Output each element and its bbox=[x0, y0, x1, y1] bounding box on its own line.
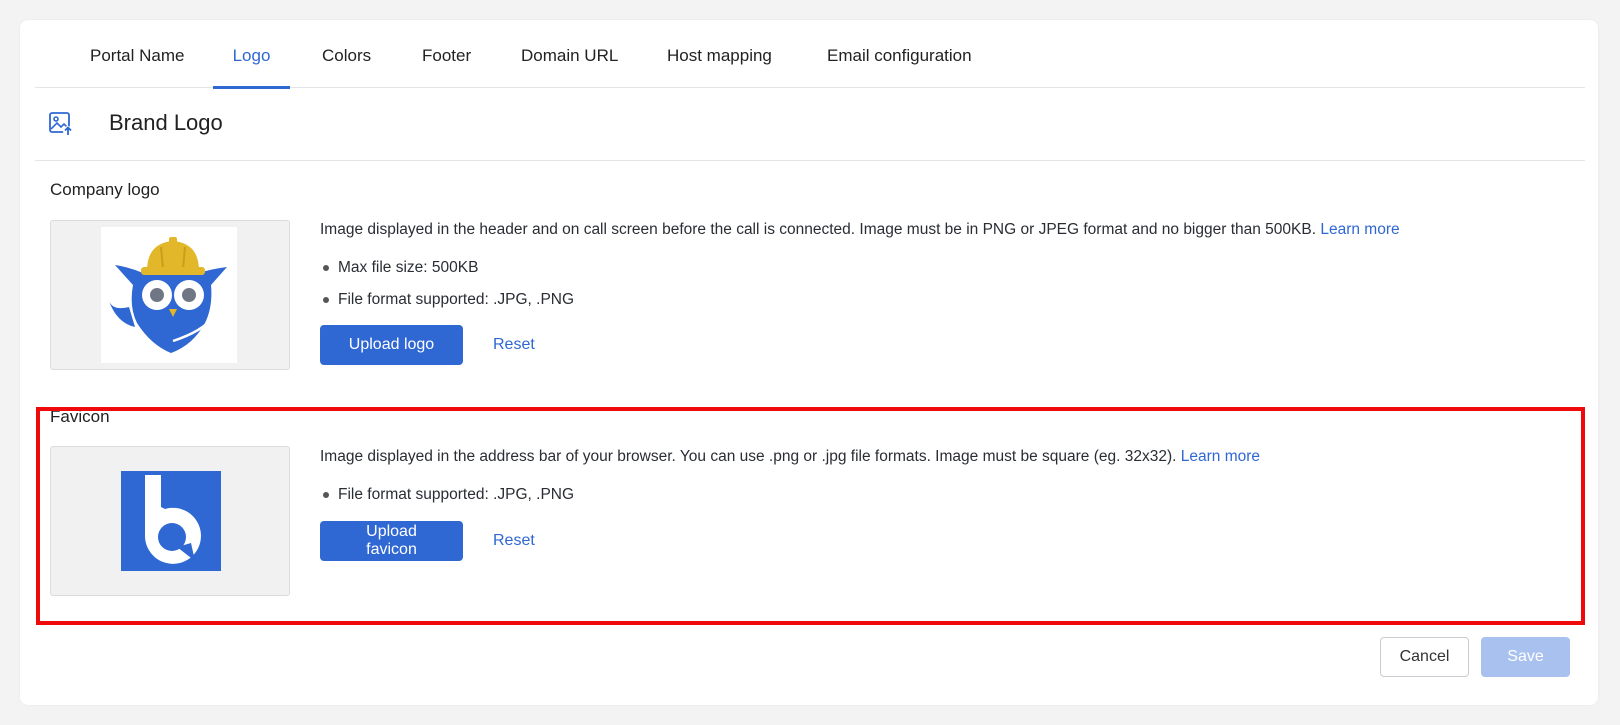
cancel-button[interactable]: Cancel bbox=[1380, 637, 1469, 677]
upload-logo-button[interactable]: Upload logo bbox=[320, 325, 463, 365]
image-upload-icon bbox=[49, 112, 73, 136]
tab-footer[interactable]: Footer bbox=[422, 20, 471, 88]
tab-label: Logo bbox=[232, 46, 271, 65]
reset-favicon-button[interactable]: Reset bbox=[493, 521, 535, 561]
favicon-image bbox=[121, 471, 221, 571]
tab-colors[interactable]: Colors bbox=[322, 20, 371, 88]
tab-bar: Portal Name Logo Colors Footer Domain UR… bbox=[35, 20, 1585, 89]
company-logo-title: Company logo bbox=[50, 180, 160, 199]
tab-label: Domain URL bbox=[521, 46, 619, 65]
company-logo-description: Image displayed in the header and on cal… bbox=[320, 221, 1400, 239]
list-item: Max file size: 500KB bbox=[320, 257, 574, 289]
favicon-requirements: File format supported: .JPG, .PNG bbox=[320, 484, 574, 516]
tab-domain-url[interactable]: Domain URL bbox=[521, 20, 618, 88]
page-title: Brand Logo bbox=[109, 110, 223, 135]
tab-label: Footer bbox=[422, 46, 472, 65]
tab-label: Email configuration bbox=[827, 46, 972, 65]
company-logo-learn-more-link[interactable]: Learn more bbox=[1320, 221, 1399, 238]
tab-email-configuration[interactable]: Email configuration bbox=[827, 20, 972, 88]
description-text: Image displayed in the address bar of yo… bbox=[320, 448, 1177, 465]
tab-logo[interactable]: Logo bbox=[213, 20, 290, 89]
upload-favicon-button[interactable]: Upload favicon bbox=[320, 521, 463, 561]
owl-logo-image bbox=[101, 227, 237, 363]
settings-card: Portal Name Logo Colors Footer Domain UR… bbox=[20, 20, 1598, 705]
section-header: Brand Logo bbox=[35, 88, 1585, 161]
tab-label: Colors bbox=[322, 46, 372, 65]
tab-label: Portal Name bbox=[90, 46, 185, 65]
tab-label: Host mapping bbox=[667, 46, 772, 65]
tab-portal-name[interactable]: Portal Name bbox=[90, 20, 184, 88]
tab-host-mapping[interactable]: Host mapping bbox=[667, 20, 772, 88]
favicon-description: Image displayed in the address bar of yo… bbox=[320, 448, 1260, 466]
favicon-learn-more-link[interactable]: Learn more bbox=[1181, 448, 1260, 465]
favicon-title: Favicon bbox=[50, 407, 110, 426]
save-button[interactable]: Save bbox=[1481, 637, 1570, 677]
list-item: File format supported: .JPG, .PNG bbox=[320, 484, 574, 516]
reset-logo-button[interactable]: Reset bbox=[493, 325, 535, 365]
favicon-preview bbox=[50, 446, 290, 596]
company-logo-requirements: Max file size: 500KB File format support… bbox=[320, 257, 574, 321]
description-text: Image displayed in the header and on cal… bbox=[320, 221, 1317, 238]
company-logo-preview bbox=[50, 220, 290, 370]
list-item: File format supported: .JPG, .PNG bbox=[320, 289, 574, 321]
